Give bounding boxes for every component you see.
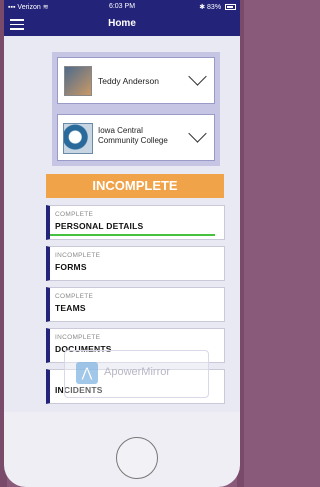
chevron-down-icon[interactable] <box>188 124 207 143</box>
step-name: FORMS <box>55 262 87 272</box>
school-name-line1: Iowa Central <box>98 126 143 135</box>
status-bar: ▪▪▪ Verizon ≋ 6:03 PM ✱ 83% <box>4 0 240 14</box>
athlete-name: Teddy Anderson <box>98 76 159 86</box>
battery-status: ✱ 83% <box>199 3 236 11</box>
school-selector[interactable]: Iowa Central Community College <box>57 114 215 161</box>
apowermirror-logo-icon: ⋀ <box>76 362 98 384</box>
athlete-avatar <box>64 66 92 96</box>
top-nav-bar: Home <box>4 14 240 36</box>
step-teams[interactable]: COMPLETE TEAMS <box>46 287 225 322</box>
watermark-text: ApowerMirror <box>104 366 171 378</box>
athlete-selector-panel: Teddy Anderson <box>52 52 220 109</box>
battery-icon <box>225 4 236 11</box>
step-status: COMPLETE <box>55 211 94 218</box>
step-progress-bar <box>50 234 216 236</box>
school-selector-panel: Iowa Central Community College <box>52 109 220 166</box>
app-screen: ▪▪▪ Verizon ≋ 6:03 PM ✱ 83% Home Teddy A… <box>4 0 240 412</box>
step-name: TEAMS <box>55 303 86 313</box>
step-status: INCOMPLETE <box>55 252 101 259</box>
step-status: INCOMPLETE <box>55 334 101 341</box>
battery-percent: 83% <box>207 4 222 11</box>
bluetooth-icon: ✱ <box>199 4 206 11</box>
step-personal-details[interactable]: COMPLETE PERSONAL DETAILS <box>46 205 225 240</box>
school-logo <box>63 123 93 154</box>
athlete-selector[interactable]: Teddy Anderson <box>57 57 215 104</box>
school-name-line2: Community College <box>98 136 168 145</box>
step-status: COMPLETE <box>55 293 94 300</box>
step-forms[interactable]: INCOMPLETE FORMS <box>46 246 225 281</box>
school-name: Iowa Central Community College <box>98 126 168 146</box>
home-button[interactable] <box>116 437 158 479</box>
page-title: Home <box>108 18 136 29</box>
overall-status-banner: INCOMPLETE <box>46 174 224 198</box>
chevron-down-icon[interactable] <box>188 67 207 86</box>
step-name: PERSONAL DETAILS <box>55 221 144 231</box>
